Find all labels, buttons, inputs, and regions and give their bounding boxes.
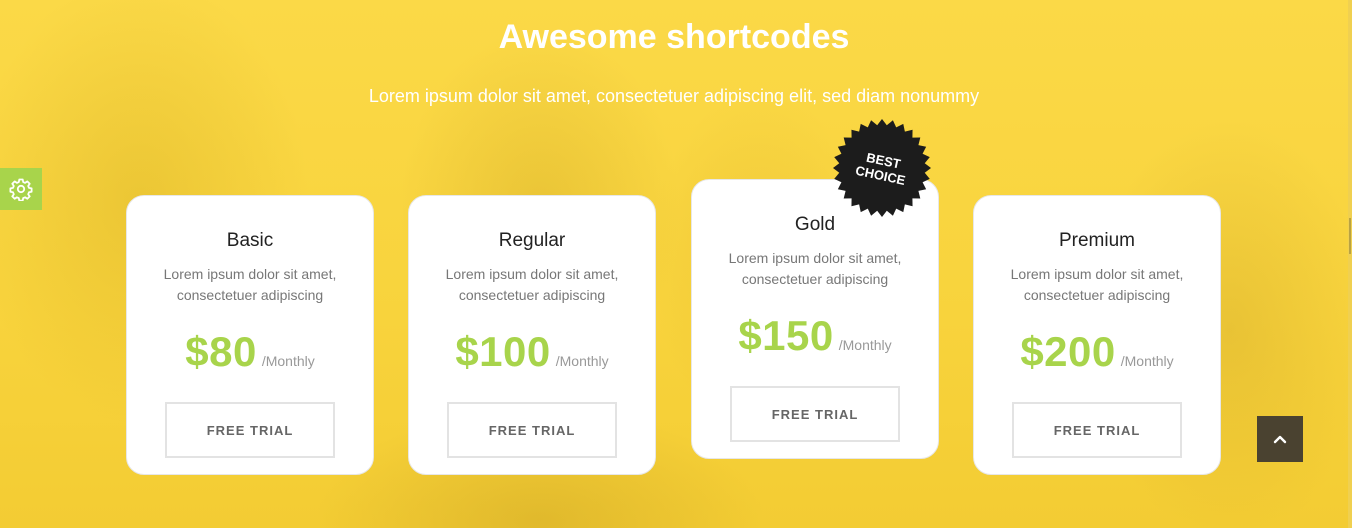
scroll-to-top-button[interactable] (1257, 416, 1303, 462)
free-trial-button[interactable]: FREE TRIAL (165, 402, 335, 458)
plan-price: $150 (738, 312, 834, 359)
free-trial-button[interactable]: FREE TRIAL (447, 402, 617, 458)
gear-icon (9, 178, 33, 201)
plan-name: Regular (498, 230, 566, 251)
plan-period: /Monthly (261, 353, 315, 369)
plan-price: $200 (1020, 328, 1116, 375)
plan-name: Basic (226, 230, 274, 251)
pricing-card-basic: Basic Lorem ipsum dolor sit amet, consec… (126, 195, 374, 475)
section-subtitle: Lorem ipsum dolor sit amet, consectetuer… (368, 86, 980, 106)
settings-button[interactable] (0, 168, 42, 210)
section-title: Awesome shortcodes (498, 18, 850, 56)
plan-price: $80 (185, 328, 257, 375)
pricing-card-regular: Regular Lorem ipsum dolor sit amet, cons… (408, 195, 656, 475)
price-row: $100 /Monthly (409, 328, 655, 376)
plan-name: Premium (1058, 230, 1135, 251)
pricing-card-premium: Premium Lorem ipsum dolor sit amet, cons… (973, 195, 1221, 475)
chevron-up-icon (1273, 435, 1287, 444)
page-scrollbar[interactable] (1348, 0, 1352, 528)
free-trial-button[interactable]: FREE TRIAL (1012, 402, 1182, 458)
price-row: $200 /Monthly (974, 328, 1220, 376)
price-row: $150 /Monthly (692, 312, 938, 360)
plan-description: Lorem ipsum dolor sit amet, consectetuer… (728, 250, 902, 287)
plan-period: /Monthly (838, 337, 892, 353)
plan-description: Lorem ipsum dolor sit amet, consectetuer… (445, 266, 619, 303)
free-trial-button[interactable]: FREE TRIAL (730, 386, 900, 442)
plan-description: Lorem ipsum dolor sit amet, consectetuer… (1010, 266, 1184, 303)
plan-description: Lorem ipsum dolor sit amet, consectetuer… (163, 266, 337, 303)
price-row: $80 /Monthly (127, 328, 373, 376)
plan-period: /Monthly (1120, 353, 1174, 369)
plan-period: /Monthly (555, 353, 609, 369)
plan-price: $100 (455, 328, 551, 375)
best-choice-badge: BEST CHOICE (832, 118, 932, 218)
